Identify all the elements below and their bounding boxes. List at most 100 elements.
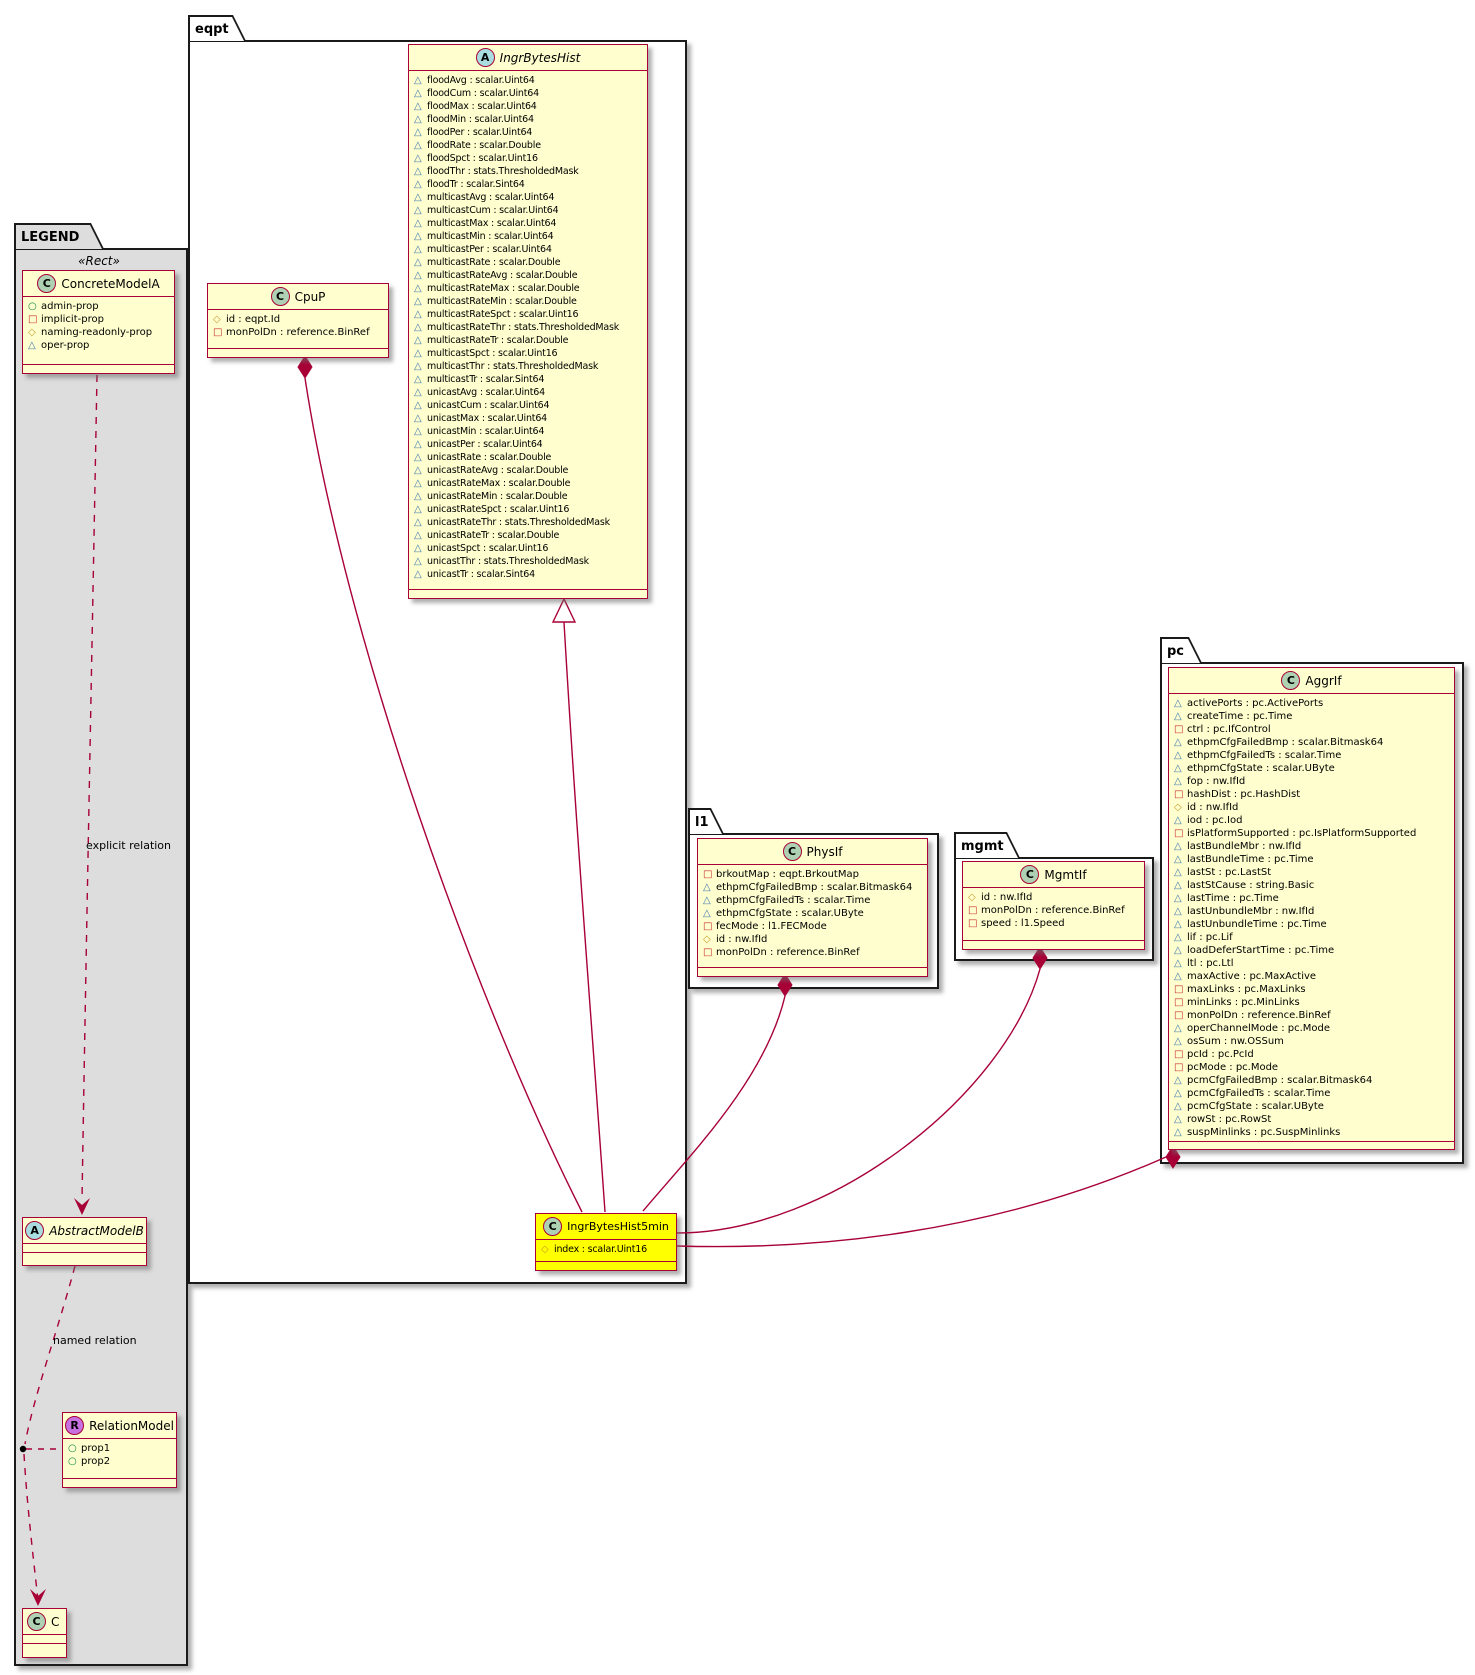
attribute-text: unicastRateTr : scalar.Double (427, 529, 559, 542)
attribute-text: iod : pc.Iod (1187, 814, 1242, 827)
implicit-prop-icon (968, 917, 981, 930)
attribute-row: multicastRateMax : scalar.Double (414, 282, 642, 295)
attribute-row: id : nw.IfId (1174, 801, 1449, 814)
oper-prop-icon (414, 204, 427, 217)
attribute-text: pcId : pc.PcId (1187, 1048, 1254, 1061)
attribute-row: unicastTr : scalar.Sint64 (414, 568, 642, 581)
oper-prop-icon (1174, 775, 1187, 788)
class-header: C AggrIf (1169, 668, 1454, 694)
implicit-prop-icon (703, 920, 716, 933)
class-mgmtif: C MgmtIf id : nw.IfId monPolDn : referen… (962, 861, 1145, 950)
oper-prop-icon (1174, 957, 1187, 970)
attribute-row: lastUnbundleMbr : nw.IfId (1174, 905, 1449, 918)
oper-prop-icon (414, 516, 427, 529)
attribute-text: prop2 (81, 1455, 110, 1468)
attribute-row: multicastRateThr : stats.ThresholdedMask (414, 321, 642, 334)
attribute-text: unicastRate : scalar.Double (427, 451, 551, 464)
attribute-text: ltl : pc.Ltl (1187, 957, 1234, 970)
attribute-row: prop2 (68, 1455, 171, 1468)
attribute-row: unicastRateAvg : scalar.Double (414, 464, 642, 477)
attribute-text: unicastRateThr : stats.ThresholdedMask (427, 516, 610, 529)
attribute-text: id : nw.IfId (716, 933, 767, 946)
class-letter-badge: C (1281, 671, 1300, 690)
attribute-row: naming-readonly-prop (28, 326, 169, 339)
class-title: AbstractModelB (49, 1224, 144, 1238)
open-arrowhead-icon (30, 1589, 46, 1606)
class-header: R RelationModel (63, 1413, 176, 1439)
attribute-row: multicastMin : scalar.Uint64 (414, 230, 642, 243)
attribute-text: ethpmCfgFailedBmp : scalar.Bitmask64 (1187, 736, 1383, 749)
oper-prop-icon (28, 339, 41, 352)
class-c: C C (22, 1608, 67, 1658)
attribute-text: monPolDn : reference.BinRef (226, 326, 370, 339)
class-header: C PhysIf (698, 839, 927, 865)
attribute-row: unicastRateTr : scalar.Double (414, 529, 642, 542)
attribute-row: monPolDn : reference.BinRef (968, 904, 1139, 917)
oper-prop-icon (414, 139, 427, 152)
implicit-prop-icon (1174, 1061, 1187, 1074)
implicit-prop-icon (1174, 1048, 1187, 1061)
class-title: MgmtIf (1044, 868, 1086, 882)
class-ingrbyteshist5min: C IngrBytesHist5min index : scalar.Uint1… (535, 1213, 677, 1271)
attribute-row: minLinks : pc.MinLinks (1174, 996, 1449, 1009)
implicit-prop-icon (703, 946, 716, 959)
package-eqpt-tab-label: eqpt (190, 17, 244, 41)
oper-prop-icon (414, 555, 427, 568)
oper-prop-icon (414, 230, 427, 243)
oper-prop-icon (1174, 1126, 1187, 1139)
oper-prop-icon (1174, 1113, 1187, 1126)
attribute-row: activePorts : pc.ActivePorts (1174, 697, 1449, 710)
oper-prop-icon (414, 360, 427, 373)
attribute-text: unicastRateMin : scalar.Double (427, 490, 567, 503)
attribute-row: id : nw.IfId (703, 933, 922, 946)
oper-prop-icon (1174, 931, 1187, 944)
attribute-row: unicastRateMax : scalar.Double (414, 477, 642, 490)
attribute-row: ctrl : pc.IfControl (1174, 723, 1449, 736)
attribute-text: unicastThr : stats.ThresholdedMask (427, 555, 589, 568)
class-footer (536, 1261, 676, 1270)
oper-prop-icon (414, 269, 427, 282)
attribute-text: rowSt : pc.RowSt (1187, 1113, 1271, 1126)
attribute-row: monPolDn : reference.BinRef (213, 326, 383, 339)
attribute-row: ethpmCfgFailedBmp : scalar.Bitmask64 (1174, 736, 1449, 749)
class-footer (208, 348, 388, 357)
attribute-text: prop1 (81, 1442, 110, 1455)
class-concretemodela: C ConcreteModelA admin-prop implicit-pro… (22, 270, 175, 374)
attribute-text: brkoutMap : eqpt.BrkoutMap (716, 868, 859, 881)
attribute-text: multicastRateAvg : scalar.Double (427, 269, 577, 282)
edge-generalization (564, 622, 605, 1212)
attribute-text: floodAvg : scalar.Uint64 (427, 74, 535, 87)
oper-prop-icon (414, 243, 427, 256)
class-header: C MgmtIf (963, 862, 1144, 888)
class-title: CpuP (295, 290, 326, 304)
attribute-text: lastSt : pc.LastSt (1187, 866, 1271, 879)
attribute-text: unicastTr : scalar.Sint64 (427, 568, 535, 581)
oper-prop-icon (1174, 1087, 1187, 1100)
attribute-text: ctrl : pc.IfControl (1187, 723, 1271, 736)
class-letter-badge: C (543, 1217, 562, 1236)
attribute-row: lastTime : pc.Time (1174, 892, 1449, 905)
class-letter-badge: C (37, 274, 56, 293)
attribute-text: unicastAvg : scalar.Uint64 (427, 386, 545, 399)
class-header: C IngrBytesHist5min (536, 1214, 676, 1240)
attribute-row: iod : pc.Iod (1174, 814, 1449, 827)
attribute-row: fecMode : l1.FECMode (703, 920, 922, 933)
attribute-row: rowSt : pc.RowSt (1174, 1113, 1449, 1126)
attribute-text: hashDist : pc.HashDist (1187, 788, 1300, 801)
attribute-row: multicastRateMin : scalar.Double (414, 295, 642, 308)
oper-prop-icon (414, 451, 427, 464)
oper-prop-icon (414, 282, 427, 295)
oper-prop-icon (414, 464, 427, 477)
attribute-row: floodPer : scalar.Uint64 (414, 126, 642, 139)
attribute-row: ltl : pc.Ltl (1174, 957, 1449, 970)
attribute-text: monPolDn : reference.BinRef (1187, 1009, 1331, 1022)
attribute-row: fop : nw.IfId (1174, 775, 1449, 788)
oper-prop-icon (414, 152, 427, 165)
attribute-text: multicastRateTr : scalar.Double (427, 334, 568, 347)
class-header: C CpuP (208, 284, 388, 310)
attribute-row: floodThr : stats.ThresholdedMask (414, 165, 642, 178)
attribute-row: multicastRate : scalar.Double (414, 256, 642, 269)
attribute-text: monPolDn : reference.BinRef (981, 904, 1125, 917)
class-title: RelationModel (89, 1419, 174, 1433)
oper-prop-icon (1174, 866, 1187, 879)
